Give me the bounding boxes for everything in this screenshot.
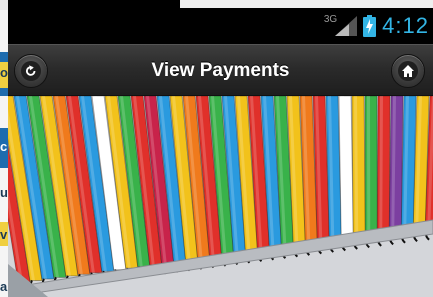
- status-bar: 3G 4:12: [8, 8, 433, 44]
- signal-strength-icon: [335, 16, 358, 36]
- back-arrow-icon: [26, 65, 36, 76]
- phone-screen: 3G 4:12 View Payments: [8, 0, 433, 297]
- header-image: [8, 96, 433, 297]
- page-title: View Payments: [151, 60, 290, 81]
- back-button[interactable]: [14, 54, 48, 88]
- home-button[interactable]: [391, 54, 425, 88]
- edge-letter: c: [0, 140, 8, 153]
- edge-letter: v: [0, 228, 8, 241]
- edge-letter: a: [0, 280, 8, 293]
- status-clock: 4:12: [382, 13, 429, 38]
- home-icon: [402, 65, 414, 77]
- edge-letter: u: [0, 186, 8, 199]
- battery-charging-icon: [363, 15, 377, 37]
- screen: o c u v a 3G 4:12 View Payments: [0, 0, 433, 297]
- background-page-edge: o c u v a: [0, 0, 8, 297]
- network-type: 3G: [323, 13, 338, 25]
- edge-letter: o: [0, 66, 8, 79]
- action-bar: View Payments: [8, 44, 433, 96]
- top-margin: [180, 0, 433, 8]
- hanging-file-folders-image: [8, 96, 433, 297]
